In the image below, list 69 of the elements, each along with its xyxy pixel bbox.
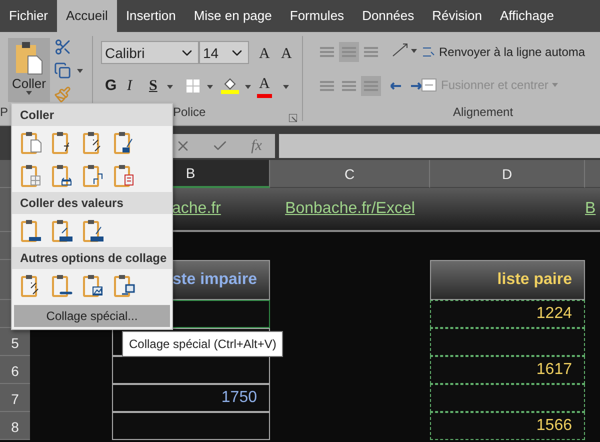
ribbon-tab[interactable]: Affichage <box>490 0 563 32</box>
group-label: P <box>0 105 8 119</box>
caret-icon[interactable] <box>207 85 213 89</box>
copy-icon[interactable] <box>54 62 71 79</box>
merge-cells-icon <box>421 78 437 92</box>
website-link[interactable]: B <box>585 200 596 218</box>
wrap-text-button[interactable]: Renvoyer à la ligne automa <box>421 44 586 60</box>
menu-section-title: Coller des valeurs <box>12 192 172 214</box>
website-link[interactable]: Bonbache.fr/Excel <box>285 200 415 218</box>
orientation-icon[interactable] <box>391 42 409 58</box>
grow-font-button[interactable]: A <box>257 44 272 64</box>
caret-icon[interactable] <box>245 85 251 89</box>
row-header[interactable]: 8 <box>0 412 30 440</box>
shrink-font-button[interactable]: A <box>279 44 294 64</box>
clipboard-icon <box>14 40 44 76</box>
paste-brush-icon[interactable] <box>113 131 135 155</box>
scissors-icon[interactable] <box>54 38 72 56</box>
ribbon-tab[interactable]: Données <box>353 0 424 32</box>
ribbon-tab[interactable]: Fichier <box>0 0 58 32</box>
ribbon-tab[interactable]: Insertion <box>116 0 185 32</box>
indent-decrease-icon[interactable] <box>389 80 403 92</box>
group-label: Alignement <box>453 105 514 119</box>
website-link[interactable]: ache.fr <box>172 200 221 218</box>
paste-values-brush-icon[interactable] <box>82 219 104 243</box>
row-header[interactable]: 6 <box>0 356 30 384</box>
caret-icon[interactable] <box>283 85 289 89</box>
ribbon-tab[interactable]: Formules <box>280 0 354 32</box>
ribbon-tab[interactable]: Révision <box>423 0 491 32</box>
paste-linked-picture-icon[interactable] <box>113 274 135 298</box>
row-header[interactable]: 5 <box>0 328 30 356</box>
paste-special-button[interactable]: Collage spécial... <box>14 305 170 327</box>
font-color-button[interactable]: A <box>257 74 272 98</box>
bold-button[interactable]: G <box>103 76 119 96</box>
caret-icon[interactable] <box>167 85 173 89</box>
font-size-field[interactable]: 14 <box>199 41 249 64</box>
paste-link-icon[interactable] <box>51 274 73 298</box>
paste-icon[interactable] <box>20 131 42 155</box>
caret-icon[interactable] <box>77 69 83 73</box>
caret-icon <box>26 91 32 95</box>
caret-icon <box>552 83 558 87</box>
table-cell: 1617 <box>430 356 585 384</box>
table-cell: 1750 <box>112 384 270 412</box>
paste-transpose-icon[interactable] <box>82 164 104 188</box>
paste-values-icon[interactable] <box>20 219 42 243</box>
paste-column-widths-icon[interactable] <box>51 164 73 188</box>
menu-section-title: Autres options de collage <box>12 247 172 269</box>
italic-button[interactable]: I <box>125 76 134 96</box>
tooltip: Collage spécial (Ctrl+Alt+V) <box>122 331 284 357</box>
ribbon-tab[interactable]: Accueil <box>57 0 117 32</box>
paste-list-icon[interactable] <box>113 164 135 188</box>
underline-button[interactable]: S <box>147 76 160 96</box>
paste-values-format-icon[interactable] <box>51 219 73 243</box>
caret-icon[interactable] <box>411 49 417 53</box>
paste-picture-icon[interactable] <box>82 274 104 298</box>
indent-increase-icon[interactable] <box>409 80 423 92</box>
formula-input[interactable] <box>279 134 600 158</box>
column-header[interactable]: D <box>430 160 585 188</box>
table-cell: 1566 <box>430 412 585 440</box>
group-label: Police <box>173 105 206 119</box>
ribbon-tab[interactable]: Mise en page <box>184 0 281 32</box>
column-title: liste paire <box>430 260 585 300</box>
table-cell: 1224 <box>430 300 585 328</box>
menu-section-title: Coller <box>12 104 172 126</box>
paste-no-borders-icon[interactable] <box>20 164 42 188</box>
dialog-launcher-icon[interactable] <box>289 114 297 122</box>
paste-button[interactable]: Coller <box>8 38 50 102</box>
font-name-field[interactable]: Calibri <box>101 41 199 64</box>
row-header[interactable]: 7 <box>0 384 30 412</box>
column-header[interactable]: C <box>270 160 430 188</box>
